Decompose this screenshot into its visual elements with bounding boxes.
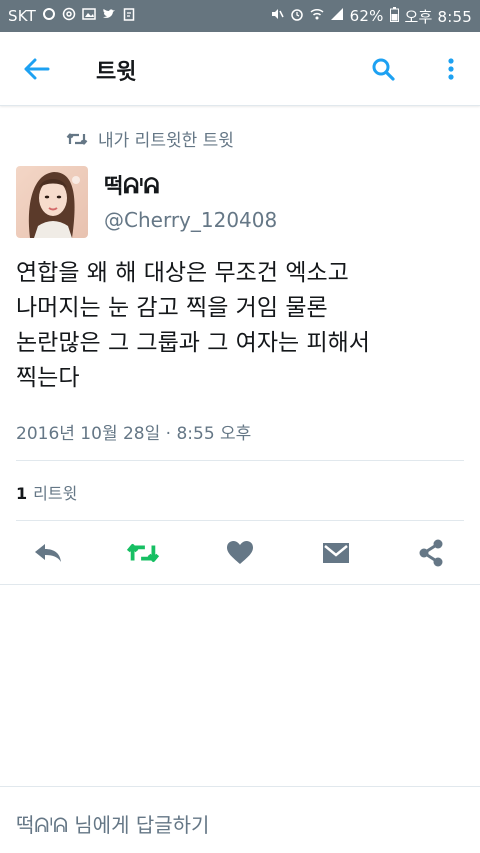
- reply-button[interactable]: [31, 538, 65, 568]
- share-icon: [419, 539, 443, 567]
- retweet-icon: [126, 544, 160, 562]
- divider: [16, 460, 464, 461]
- display-name[interactable]: 떡ᕱᑊᕱ: [104, 170, 159, 200]
- overflow-menu-icon: [448, 58, 454, 80]
- tweet-action-bar: [0, 528, 480, 578]
- tweet-text: 연합을 왜 해 대상은 무조건 엑소고 나머지는 눈 감고 찍을 거임 물론 논…: [16, 256, 466, 396]
- reply-composer[interactable]: 떡ᕱᑊᕱ 님에게 답글하기: [0, 786, 480, 853]
- mute-icon: [270, 7, 284, 25]
- battery-percent: 62%: [349, 7, 384, 25]
- tweet-text-line: 연합을 왜 해 대상은 무조건 엑소고: [16, 260, 349, 286]
- like-button[interactable]: [223, 538, 257, 568]
- avatar-image: [16, 166, 88, 238]
- clipboard-icon: [122, 7, 136, 25]
- signal-icon: [330, 7, 344, 25]
- divider: [16, 520, 464, 521]
- alarm-icon: [290, 7, 304, 25]
- retweet-icon: [66, 132, 88, 145]
- carrier-label: SKT: [8, 7, 36, 25]
- user-handle[interactable]: @Cherry_120408: [104, 208, 277, 232]
- envelope-icon: [323, 543, 349, 563]
- app-bar: 트윗: [0, 32, 480, 106]
- avatar[interactable]: [16, 166, 88, 238]
- divider: [0, 584, 480, 585]
- tweet-text-line: 논란많은 그 그룹과 그 여자는 피해서: [16, 330, 370, 356]
- tweet-timestamp: 2016년 10월 28일 · 8:55 오후: [16, 424, 252, 444]
- wifi-icon: [310, 7, 324, 25]
- retweet-context: 내가 리트윗한 트윗: [66, 126, 234, 151]
- heart-icon: [227, 541, 253, 564]
- search-icon: [372, 58, 395, 81]
- tweet-text-line: 찍는다: [16, 365, 80, 391]
- reply-icon: [35, 544, 61, 562]
- back-button[interactable]: [22, 54, 52, 84]
- more-options-button[interactable]: [436, 54, 466, 84]
- gallery-icon: [82, 7, 96, 25]
- retweet-button[interactable]: [126, 538, 160, 568]
- retweet-context-label: 내가 리트윗한 트윗: [98, 131, 234, 151]
- battery-icon: [389, 6, 399, 26]
- page-title: 트윗: [96, 60, 137, 85]
- retweet-stats[interactable]: 1 리트윗: [16, 480, 77, 504]
- tweet-text-line: 나머지는 눈 감고 찍을 거임 물론: [16, 295, 328, 321]
- share-button[interactable]: [414, 538, 448, 568]
- retweet-stats-label: 리트윗: [33, 484, 78, 503]
- at-icon: [62, 7, 76, 25]
- retweet-count: 1: [16, 484, 28, 503]
- search-button[interactable]: [368, 54, 398, 84]
- direct-message-button[interactable]: [319, 538, 353, 568]
- notification-icon: [42, 7, 56, 25]
- status-bar: SKT 62% 오후 8:55: [0, 0, 480, 32]
- clock: 오후 8:55: [404, 7, 472, 26]
- reply-input-placeholder[interactable]: 떡ᕱᑊᕱ 님에게 답글하기: [16, 809, 209, 838]
- twitter-icon: [102, 7, 116, 25]
- back-arrow-icon: [24, 58, 50, 80]
